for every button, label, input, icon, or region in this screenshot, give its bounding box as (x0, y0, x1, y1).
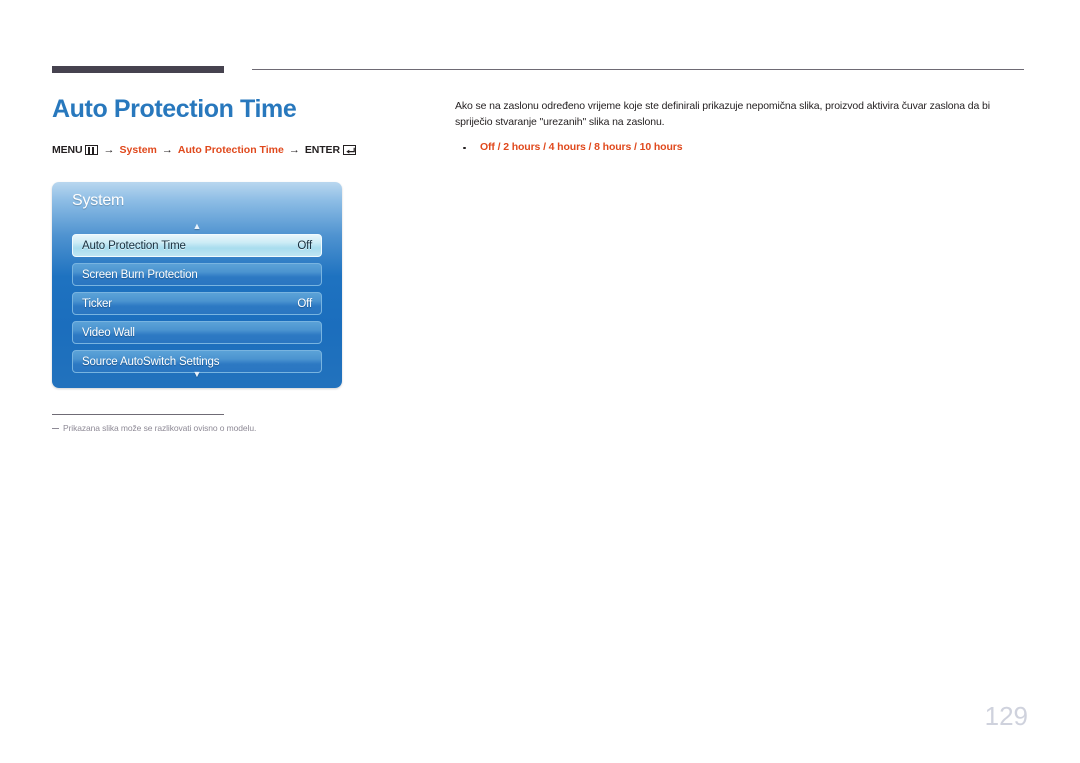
left-column: Auto Protection Time MENU → System → Aut… (52, 95, 432, 156)
menu-path-breadcrumb: MENU → System → Auto Protection Time → E… (52, 143, 432, 156)
osd-row-screen-burn-protection[interactable]: Screen Burn Protection (72, 263, 322, 286)
breadcrumb-step-system: System (119, 144, 157, 156)
header-rule-thick (52, 66, 224, 73)
page-title: Auto Protection Time (52, 95, 297, 123)
osd-menu-list: Auto Protection Time Off Screen Burn Pro… (72, 234, 322, 379)
osd-menu-panel: System ▲ Auto Protection Time Off Screen… (52, 182, 342, 388)
osd-row-label: Auto Protection Time (82, 239, 186, 252)
footnote-divider (52, 414, 224, 415)
osd-row-value: Off (297, 239, 312, 252)
osd-row-label: Video Wall (82, 326, 135, 339)
breadcrumb-menu-label: MENU (52, 144, 83, 156)
footnote-text-row: Prikazana slika može se razlikovati ovis… (52, 423, 382, 433)
breadcrumb-arrow-1: → (103, 143, 115, 156)
osd-row-auto-protection-time[interactable]: Auto Protection Time Off (72, 234, 322, 257)
breadcrumb-arrow-2: → (161, 143, 173, 156)
options-list-item: Off / 2 hours / 4 hours / 8 hours / 10 h… (455, 140, 1025, 156)
osd-row-value: Off (297, 297, 312, 310)
osd-panel-title: System (72, 192, 125, 209)
footnote-block: Prikazana slika može se razlikovati ovis… (52, 414, 382, 433)
osd-row-label: Ticker (82, 297, 112, 310)
enter-return-icon (342, 145, 356, 156)
breadcrumb-enter-label: ENTER (304, 144, 340, 156)
page-number: 129 (984, 701, 1028, 731)
osd-row-label: Source AutoSwitch Settings (82, 355, 220, 368)
description-text: Ako se na zaslonu određeno vrijeme koje … (455, 100, 990, 128)
header-rule-group (0, 66, 1080, 76)
osd-scroll-up-icon[interactable]: ▲ (52, 222, 342, 231)
osd-row-ticker[interactable]: Ticker Off (72, 292, 322, 315)
osd-scroll-down-icon[interactable]: ▼ (52, 370, 342, 379)
header-rule-thin (252, 69, 1024, 70)
footnote-text: Prikazana slika može se razlikovati ovis… (63, 423, 257, 433)
right-column: Ako se na zaslonu određeno vrijeme koje … (455, 99, 1025, 156)
breadcrumb-arrow-3: → (288, 143, 300, 156)
options-list: Off / 2 hours / 4 hours / 8 hours / 10 h… (455, 140, 1025, 156)
menu-bars-icon (84, 145, 98, 156)
breadcrumb-step-auto-protection-time: Auto Protection Time (177, 144, 284, 156)
manual-page: Auto Protection Time MENU → System → Aut… (0, 0, 1080, 763)
osd-row-video-wall[interactable]: Video Wall (72, 321, 322, 344)
footnote-dash-icon (52, 428, 59, 429)
osd-row-label: Screen Burn Protection (82, 268, 198, 281)
